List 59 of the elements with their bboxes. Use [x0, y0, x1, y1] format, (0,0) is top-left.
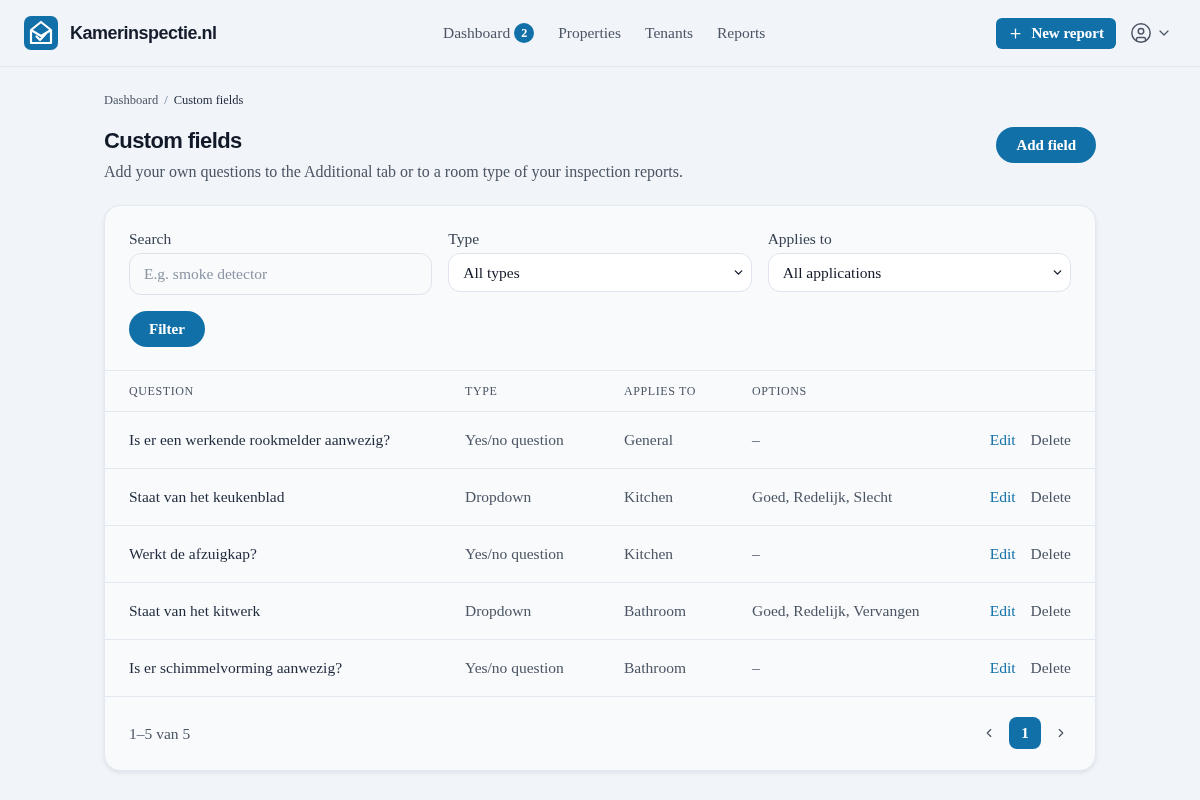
breadcrumb-current: Custom fields: [173, 92, 244, 109]
column-header: APPLIES TO: [624, 382, 697, 400]
applies-to-cell-text: General: [624, 430, 675, 451]
delete-link[interactable]: Delete: [1030, 485, 1071, 509]
question-cell-text: Staat van het keukenblad: [129, 487, 286, 508]
edit-link[interactable]: Edit: [989, 428, 1016, 452]
edit-link[interactable]: Edit: [989, 599, 1016, 623]
page-subtitle: Add your own questions to the Additional tab or to a room type of your inspection reports.: [104, 161, 684, 183]
nav-link[interactable]: Reports: [717, 21, 766, 45]
nav-link[interactable]: Properties: [558, 21, 621, 45]
question-cell-text: Is er schimmelvorming aanwezig?: [129, 658, 344, 679]
column-header: OPTIONS: [752, 382, 808, 400]
house-check-logo-icon: [24, 16, 58, 50]
field-label: Applies to: [767, 228, 833, 249]
new-report-button[interactable]: New report: [996, 17, 1116, 49]
type-cell-text: Dropdown: [465, 487, 533, 508]
delete-link[interactable]: Delete: [1030, 599, 1071, 623]
question-cell-text: Staat van het kitwerk: [129, 601, 262, 622]
options-cell-text: –: [752, 430, 761, 451]
question-cell-text: Werkt de afzuigkap?: [129, 544, 258, 565]
search-field[interactable]: E.g. smoke detector: [129, 252, 433, 295]
filter-button[interactable]: Filter: [129, 310, 205, 347]
options-cell-text: Goed, Redelijk, Vervangen: [752, 601, 921, 622]
delete-link[interactable]: Delete: [1030, 656, 1071, 680]
breadcrumb-link[interactable]: Dashboard: [104, 91, 159, 110]
nav-link[interactable]: Tenants: [645, 21, 693, 45]
type-cell-text: Dropdown: [465, 601, 533, 622]
type-cell-text: Yes/no question: [465, 544, 565, 565]
field-label: Type: [448, 228, 481, 249]
question-cell-text: Is er een werkende rookmelder aanwezig?: [129, 430, 392, 451]
page-title: Custom fields: [104, 126, 243, 155]
options-cell-text: –: [752, 658, 761, 679]
select-field[interactable]: All types: [448, 252, 752, 292]
applies-to-cell-text: Bathroom: [624, 658, 687, 679]
field-label: Search: [129, 228, 173, 249]
edit-link[interactable]: Edit: [989, 485, 1016, 509]
column-header: QUESTION: [129, 382, 195, 400]
column-header: TYPE: [465, 382, 499, 400]
edit-link[interactable]: Edit: [989, 656, 1016, 680]
page-button[interactable]: 1: [1009, 717, 1041, 750]
delete-link[interactable]: Delete: [1030, 542, 1071, 566]
applies-to-cell-text: Bathroom: [624, 601, 687, 622]
breadcrumb-separator: /: [164, 92, 168, 109]
select-field[interactable]: All applications: [767, 252, 1071, 292]
delete-link[interactable]: Delete: [1030, 428, 1071, 452]
nav-link[interactable]: Dashboard 2: [443, 21, 535, 45]
options-cell-text: –: [752, 544, 761, 565]
options-cell-text: Goed, Redelijk, Slecht: [752, 487, 894, 508]
logo-text: Kamerinspectie.nl: [70, 21, 217, 45]
count-badge: 2: [514, 23, 535, 43]
applies-to-cell-text: Kitchen: [624, 544, 675, 565]
add-field-button[interactable]: Add field: [996, 126, 1096, 163]
type-cell-text: Yes/no question: [465, 430, 565, 451]
type-cell-text: Yes/no question: [465, 658, 565, 679]
result-range: 1–5 van 5: [129, 723, 191, 744]
edit-link[interactable]: Edit: [989, 542, 1016, 566]
user-icon: [1130, 22, 1152, 44]
applies-to-cell-text: Kitchen: [624, 487, 675, 508]
plus-icon: [1008, 25, 1024, 41]
